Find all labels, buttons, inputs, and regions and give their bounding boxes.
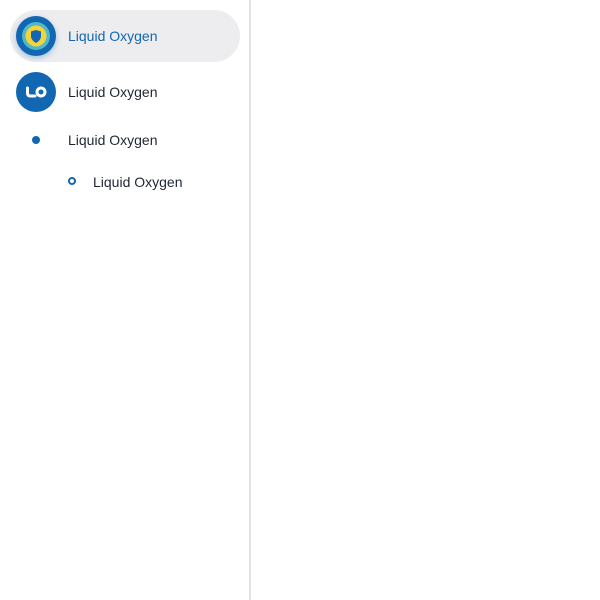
sidebar-item-liquid-oxygen-active[interactable]: Liquid Oxygen xyxy=(10,10,240,62)
sidebar-item-label: Liquid Oxygen xyxy=(68,132,158,148)
app-root: Liquid Oxygen Liquid Oxygen Liquid Oxyge… xyxy=(0,0,600,600)
sidebar-item-label: Liquid Oxygen xyxy=(93,174,183,190)
shield-logo-icon xyxy=(16,16,56,56)
ring-dot-icon xyxy=(68,177,76,185)
sidebar-item-label: Liquid Oxygen xyxy=(68,84,158,100)
sidebar-item-label: Liquid Oxygen xyxy=(68,28,158,44)
sidebar: Liquid Oxygen Liquid Oxygen Liquid Oxyge… xyxy=(0,0,251,600)
filled-dot-icon xyxy=(32,136,40,144)
sidebar-item-liquid-oxygen-subsub[interactable]: Liquid Oxygen xyxy=(10,168,240,196)
sidebar-item-liquid-oxygen[interactable]: Liquid Oxygen xyxy=(10,66,240,118)
main-content xyxy=(251,0,600,600)
sidebar-item-liquid-oxygen-sub[interactable]: Liquid Oxygen xyxy=(10,126,240,154)
lo-logo-icon xyxy=(16,72,56,112)
